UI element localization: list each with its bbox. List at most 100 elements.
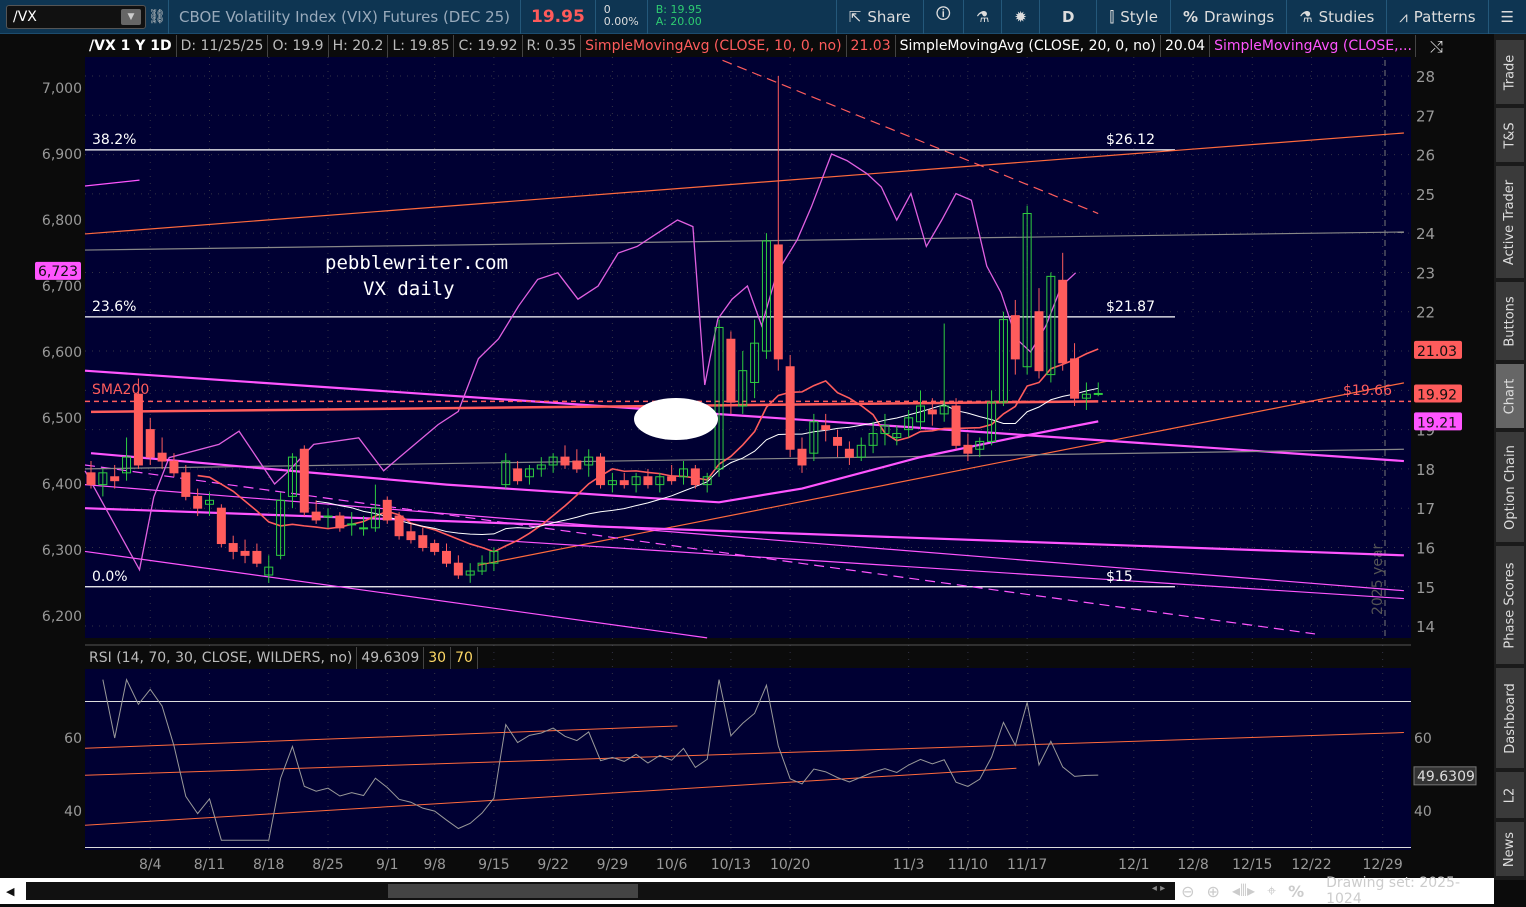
tab-label: Dashboard [1502,682,1518,754]
scroll-arrows-icon[interactable]: ◂ ▸ [1152,883,1165,894]
rsi-value-label: 49.6309 [1417,769,1475,785]
left-axis-tick: 6,200 [42,609,82,625]
tab-label: Trade [1502,54,1518,90]
price-chart[interactable]: 2025 year 282726252423222120191817161514… [0,0,1494,878]
x-axis-tick: 12/15 [1232,857,1272,873]
candle-body [690,468,700,486]
sidebar-tab-chart[interactable]: Chart [1496,364,1524,428]
right-axis-tick: 24 [1416,225,1435,243]
sidebar-tab-ts[interactable]: T&S [1496,108,1524,162]
scroll-left-icon[interactable]: ◀ [6,885,14,898]
candle-body [833,436,843,446]
rsi-label[interactable]: RSI (14, 70, 30, CLOSE, WILDERS, no) [85,647,358,669]
sma200-price-label: $19.66 [1343,383,1392,399]
price-marker-label: 19.92 [1417,387,1457,403]
candle-body [785,366,795,450]
legend-sma10-value: 21.03 [847,35,896,57]
left-axis-tick: 7,000 [42,81,82,97]
candle-body [453,562,463,576]
legend-open: O: 19.9 [268,35,329,57]
x-axis-tick: 12/29 [1362,857,1402,873]
candle-body [1010,315,1020,360]
sidebar-tab-dashboard[interactable]: Dashboard [1496,668,1524,768]
candle-body [193,495,203,509]
right-axis-tick: 25 [1416,186,1435,204]
legend-sma20[interactable]: SimpleMovingAvg (CLOSE, 20, 0, no) [896,35,1161,57]
sma200-label: SMA200 [92,382,149,398]
candle-body [382,499,392,521]
legend-high: H: 20.2 [329,35,389,57]
tab-label: L2 [1502,787,1518,803]
left-axis-tick: 6,900 [42,147,82,163]
x-axis-tick: 9/22 [537,857,568,873]
sidebar-tab-buttons[interactable]: Buttons [1496,282,1524,360]
right-axis-tick: 27 [1416,107,1435,125]
candle-body [228,543,238,552]
rsi-left-tick: 60 [64,731,82,747]
crosshair-icon[interactable]: ⌖ [1267,881,1276,901]
x-axis-tick: 8/25 [312,857,343,873]
tab-label: Option Chain [1502,444,1518,530]
right-axis-tick: 15 [1416,579,1435,597]
fib-price-label: $15 [1106,569,1133,585]
candle-body [442,550,451,564]
tab-label: Phase Scores [1502,561,1518,649]
list-icon: ☰ [1500,7,1514,26]
fib-pct-label: 0.0% [92,569,128,585]
x-axis-tick: 12/22 [1291,857,1331,873]
sidebar-tab-trade[interactable]: Trade [1496,40,1524,104]
legend-sma10[interactable]: SimpleMovingAvg (CLOSE, 10, 0, no) [581,35,847,57]
candle-body [619,480,629,486]
candle-body [951,405,961,446]
candle-body [299,448,309,513]
fib-price-label: $21.87 [1106,299,1155,315]
left-axis-tick: 6,400 [42,477,82,493]
x-axis-tick: 11/17 [1007,857,1047,873]
watermark-line1: pebblewriter.com [325,252,508,274]
right-axis-tick: 26 [1416,147,1435,165]
candle-body [359,527,369,530]
zoom-in-icon[interactable]: ⊕ [1207,882,1220,901]
crosshair-toggle-icon[interactable]: ⤭ [1430,37,1443,56]
x-axis-tick: 11/10 [948,857,988,873]
x-axis-tick: 10/6 [656,857,688,873]
right-axis-tick: 14 [1416,618,1435,636]
sidebar-tab-l2[interactable]: L2 [1496,772,1524,818]
candle-body [157,452,167,462]
tab-label: T&S [1502,121,1518,149]
percent-icon[interactable]: % [1288,882,1304,901]
candle-body [311,511,321,521]
left-axis-tick: 6,500 [42,411,82,427]
tab-label: Chart [1502,378,1518,414]
price-marker-label: 21.03 [1417,344,1457,360]
horizontal-scrollbar[interactable]: ◂ ▸ [26,882,1176,900]
left-marker-label: 6,723 [38,264,78,280]
candle-body [1093,392,1103,395]
x-axis-tick: 12/8 [1177,857,1208,873]
x-axis-tick: 8/18 [253,857,284,873]
right-sidebar: Trade T&S Active Trader Buttons Chart Op… [1494,34,1526,880]
fib-pct-label: 38.2% [92,132,136,148]
candle-body [572,460,582,470]
scrollbar-thumb[interactable] [388,884,639,898]
sidebar-tab-active-trader[interactable]: Active Trader [1496,166,1524,278]
rsi-overbought: 70 [451,647,478,669]
candle-body [844,448,854,458]
legend-range: R: 0.35 [523,35,582,57]
x-axis-tick: 10/13 [711,857,751,873]
zoom-out-icon[interactable]: ⊖ [1181,882,1194,901]
fib-price-label: $26.12 [1106,132,1155,148]
pan-icon[interactable]: ◂⦀▸ [1232,881,1255,901]
bottom-toolbar: ◀ ◂ ▸ ⊖ ⊕ ◂⦀▸ ⌖ % Drawing set: 2025-1024 [0,875,1494,907]
candle-body [726,338,736,403]
candle-body [394,515,404,537]
sidebar-tab-news[interactable]: News [1496,822,1524,876]
candle-body [927,409,937,415]
x-axis-tick: 9/8 [423,857,446,873]
sidebar-tab-phase-scores[interactable]: Phase Scores [1496,546,1524,664]
legend-sma-third[interactable]: SimpleMovingAvg (CLOSE,... [1210,35,1417,57]
tab-label: News [1502,831,1518,867]
sidebar-tab-option-chain[interactable]: Option Chain [1496,432,1524,542]
drawing-set-label[interactable]: Drawing set: 2025-1024 [1326,875,1494,907]
right-axis-tick: 23 [1416,264,1435,282]
